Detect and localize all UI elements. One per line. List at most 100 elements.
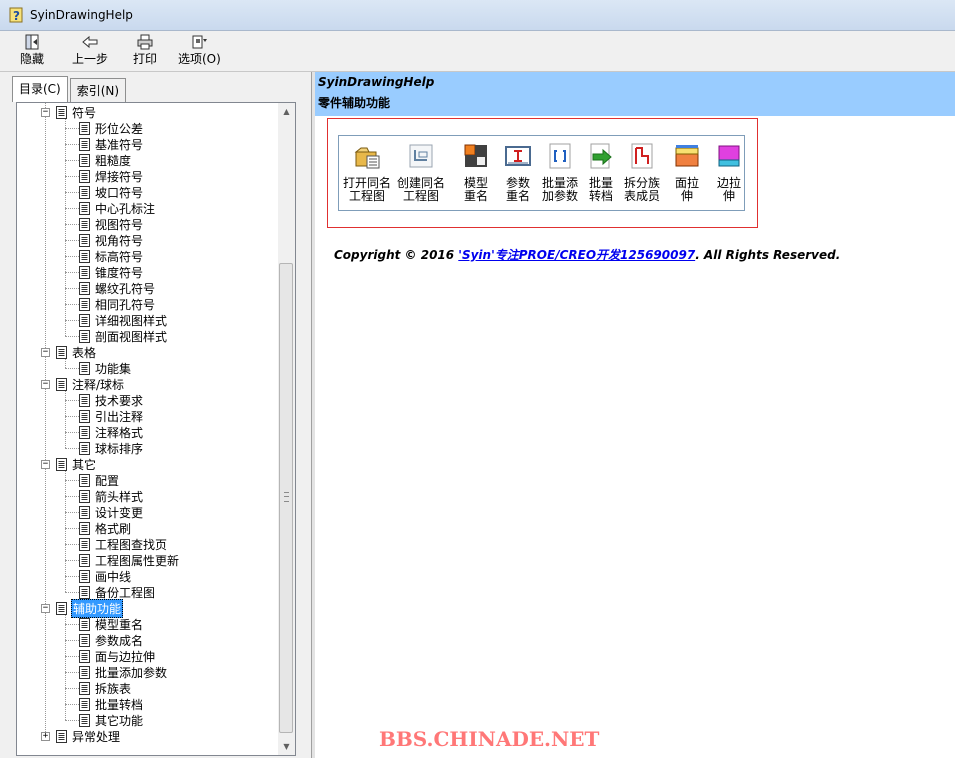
ribbon-button[interactable]: 面拉伸 (663, 140, 711, 206)
tree-connector-line (65, 704, 79, 705)
topic-page-icon (79, 393, 90, 407)
tree-topic-node[interactable]: 坡口符号 (79, 184, 144, 200)
tree-topic-node[interactable]: 球标排序 (79, 440, 144, 456)
collapse-minus-icon[interactable]: − (41, 603, 50, 613)
expand-plus-icon[interactable]: + (41, 731, 50, 741)
scroll-thumb[interactable] (279, 263, 293, 733)
tree-folder-node[interactable]: − 其它 (41, 456, 97, 472)
tree-topic-node[interactable]: 焊接符号 (79, 168, 144, 184)
site-watermark: BBS.CHINADE.NET (379, 727, 600, 751)
tab-index[interactable]: 索引(N) (69, 78, 127, 102)
tree-connector-line (65, 656, 79, 657)
tree-topic-node[interactable]: 拆族表 (79, 680, 132, 696)
tree-node-label: 面与边拉伸 (95, 649, 156, 664)
svg-text:?: ? (13, 9, 20, 23)
tree-topic-node[interactable]: 中心孔标注 (79, 200, 156, 216)
tree-topic-node[interactable]: 详细视图样式 (79, 312, 168, 328)
tree-connector-line (65, 592, 79, 593)
tree-connector-line (65, 256, 79, 257)
tree-folder-node[interactable]: − 符号 (41, 104, 97, 120)
tree-topic-node[interactable]: 视角符号 (79, 232, 144, 248)
tree-node-label: 锥度符号 (95, 265, 144, 280)
tree-node-label: 功能集 (95, 361, 132, 376)
tree-folder-node[interactable]: − 表格 (41, 344, 97, 360)
tree-topic-node[interactable]: 画中线 (79, 568, 132, 584)
tree-topic-node[interactable]: 标高符号 (79, 248, 144, 264)
tree-topic-node[interactable]: 模型重名 (79, 616, 144, 632)
topic-page-icon (79, 169, 90, 183)
split-family-icon (631, 143, 653, 169)
tree-connector-line (65, 688, 79, 689)
tree-topic-node[interactable]: 功能集 (79, 360, 132, 376)
tab-contents[interactable]: 目录(C) (12, 76, 68, 102)
tree-topic-node[interactable]: 引出注释 (79, 408, 144, 424)
ribbon-button[interactable]: 模型 重名 (452, 140, 500, 206)
tree-topic-node[interactable]: 批量添加参数 (79, 664, 168, 680)
collapse-minus-icon[interactable]: − (41, 347, 50, 357)
tree-node-label: 注释/球标 (72, 377, 125, 392)
tree-topic-node[interactable]: 批量转档 (79, 696, 144, 712)
tree-topic-node[interactable]: 螺纹孔符号 (79, 280, 156, 296)
tree-topic-node[interactable]: 粗糙度 (79, 152, 132, 168)
tree-topic-node[interactable]: 注释格式 (79, 424, 144, 440)
ribbon-button-label: 拆分族 表成员 (623, 176, 660, 203)
tree-topic-node[interactable]: 工程图属性更新 (79, 552, 180, 568)
topic-page-icon (79, 441, 90, 455)
topic-page-icon (79, 185, 90, 199)
tree-topic-node[interactable]: 箭头样式 (79, 488, 144, 504)
tree-folder-node[interactable]: − 辅助功能 (41, 598, 124, 618)
ribbon-button[interactable]: 拆分族 表成员 (618, 140, 666, 206)
tree-topic-node[interactable]: 参数成名 (79, 632, 144, 648)
ribbon-button[interactable]: 边拉伸 (705, 140, 753, 206)
tree-topic-node[interactable]: 配置 (79, 472, 120, 488)
tree-node-label: 批量添加参数 (95, 665, 168, 680)
tree-topic-node[interactable]: 工程图查找页 (79, 536, 168, 552)
ribbon-button[interactable]: 参数 重名 (494, 140, 542, 206)
tree-topic-node[interactable]: 格式刷 (79, 520, 132, 536)
scroll-up-arrow-icon[interactable]: ▲ (278, 103, 295, 120)
collapse-minus-icon[interactable]: − (41, 107, 50, 117)
topic-page-icon (79, 521, 90, 535)
tree-topic-node[interactable]: 基准符号 (79, 136, 144, 152)
tree-connector-line (65, 320, 79, 321)
function-ribbon: 打开同名 工程图 创建同名 工程图 模型 重名 参数 重名 批量添 加参数 批量 转档 拆分族 表成员 面拉… (338, 135, 745, 211)
tree-node-label: 视角符号 (95, 233, 144, 248)
tree-topic-node[interactable]: 面与边拉伸 (79, 648, 156, 664)
topic-page-icon (56, 105, 67, 119)
tree-node-label: 格式刷 (95, 521, 132, 536)
tree-topic-node[interactable]: 剖面视图样式 (79, 328, 168, 344)
tree-node-label: 中心孔标注 (95, 201, 156, 216)
tree-topic-node[interactable]: 形位公差 (79, 120, 144, 136)
tree-node-label: 剖面视图样式 (95, 329, 168, 344)
back-button[interactable]: 上一步 (72, 33, 108, 69)
ribbon-button[interactable]: 打开同名 工程图 (343, 140, 391, 206)
scroll-down-arrow-icon[interactable]: ▼ (278, 738, 295, 755)
collapse-minus-icon[interactable]: − (41, 459, 50, 469)
tree-connector-line (65, 272, 79, 273)
options-button[interactable]: 选项(O) (178, 33, 221, 69)
tree-topic-node[interactable]: 设计变更 (79, 504, 144, 520)
tree-connector-line (65, 576, 79, 577)
tree-folder-node[interactable]: + 异常处理 (41, 728, 121, 744)
tree-folder-node[interactable]: − 注释/球标 (41, 376, 125, 392)
tree-node-label: 模型重名 (95, 617, 144, 632)
copyright-link[interactable]: 'Syin'专注PROE/CREO开发125690097 (458, 248, 695, 262)
tree-topic-node[interactable]: 视图符号 (79, 216, 144, 232)
tree-topic-node[interactable]: 其它功能 (79, 712, 144, 728)
tree-topic-node[interactable]: 相同孔符号 (79, 296, 156, 312)
tree-node-label: 拆族表 (95, 681, 132, 696)
topic-page-icon (79, 137, 90, 151)
tree-topic-node[interactable]: 锥度符号 (79, 264, 144, 280)
topic-page-icon (79, 569, 90, 583)
tree-topic-node[interactable]: 技术要求 (79, 392, 144, 408)
print-button[interactable]: 打印 (133, 33, 157, 69)
topic-page-icon (79, 233, 90, 247)
tree-connector-line (65, 528, 79, 529)
collapse-minus-icon[interactable]: − (41, 379, 50, 389)
hide-button[interactable]: 隐藏 (20, 33, 44, 69)
tree-scrollbar[interactable]: ▲ ▼ (278, 103, 295, 755)
tree-connector-line (65, 448, 79, 449)
surface-extrude-icon (675, 145, 699, 167)
topic-page-icon (79, 361, 90, 375)
ribbon-button[interactable]: 创建同名 工程图 (397, 140, 445, 206)
